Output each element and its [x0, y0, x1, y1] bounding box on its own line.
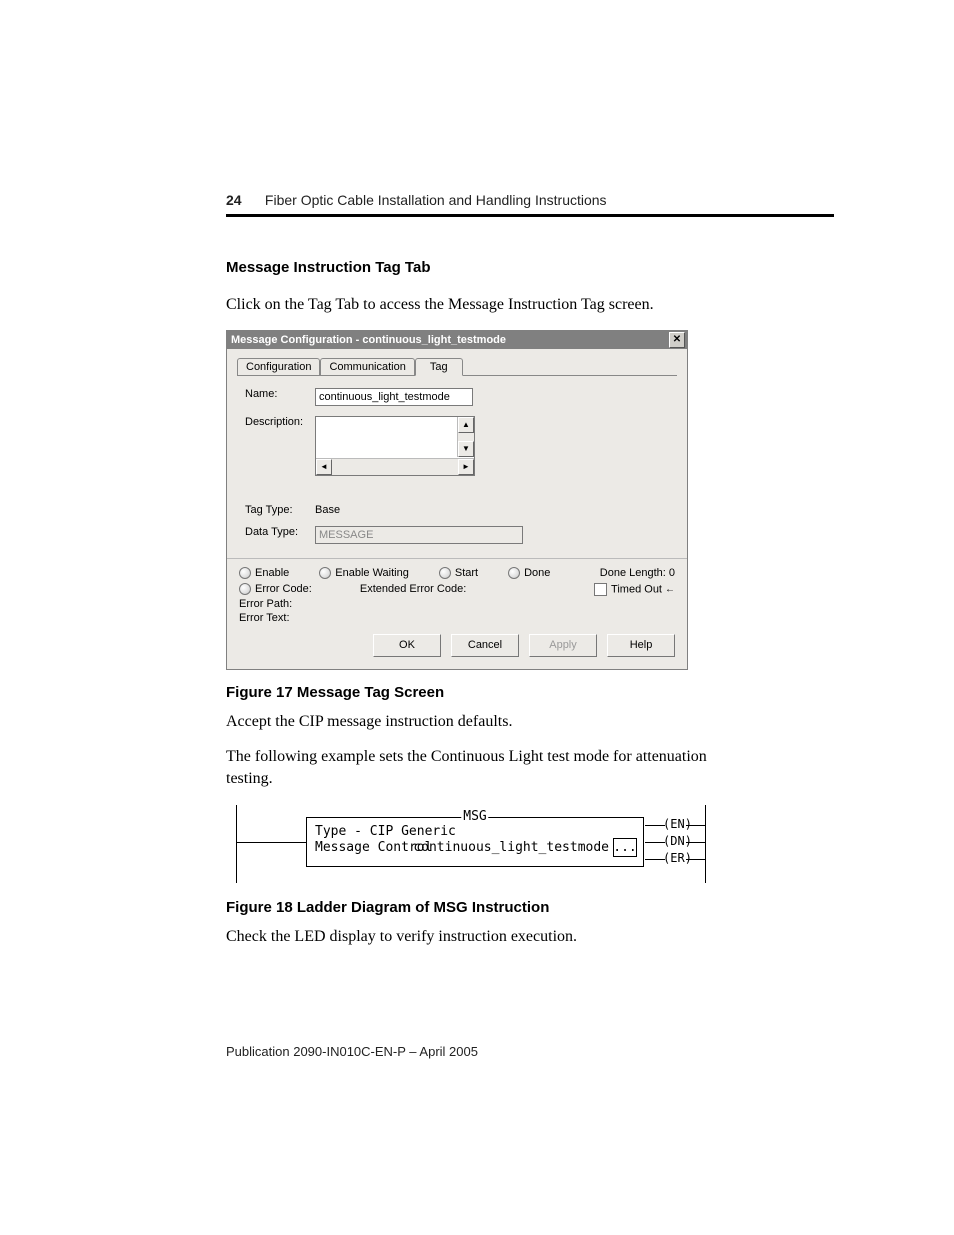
tag-type-label: Tag Type: [245, 504, 315, 516]
msg-instruction-box: MSG Type - CIP Generic Message Control c… [306, 817, 644, 867]
figure17-text1: Accept the CIP message instruction defau… [226, 711, 731, 733]
status-dot-icon [508, 567, 520, 579]
error-text: Error Text: [239, 612, 675, 624]
status-dot-icon [439, 567, 451, 579]
tab-configuration[interactable]: Configuration [237, 358, 320, 375]
scroll-down-icon[interactable]: ▼ [458, 441, 474, 457]
status-dot-icon [239, 583, 251, 595]
apply-button: Apply [529, 634, 597, 657]
tab-tag[interactable]: Tag [415, 358, 463, 376]
document-title: Fiber Optic Cable Installation and Handl… [265, 192, 607, 208]
dialog-title: Message Configuration - continuous_light… [231, 334, 506, 346]
bit-en: (EN) [663, 817, 692, 831]
scroll-right-icon[interactable]: ► [458, 459, 474, 475]
figure18-caption: Figure 18 Ladder Diagram of MSG Instruct… [226, 899, 731, 916]
status-start: Start [439, 567, 478, 579]
close-icon[interactable]: ✕ [669, 332, 685, 348]
description-label: Description: [245, 416, 315, 428]
data-type-label: Data Type: [245, 526, 315, 538]
error-path: Error Path: [239, 598, 675, 610]
extended-error-code: Extended Error Code: [360, 583, 466, 596]
figure17-text2: The following example sets the Continuou… [226, 746, 731, 789]
scroll-left-icon[interactable]: ◄ [316, 459, 332, 475]
dialog-titlebar[interactable]: Message Configuration - continuous_light… [227, 331, 687, 349]
status-enable-waiting: Enable Waiting [319, 567, 409, 579]
ok-button[interactable]: OK [373, 634, 441, 657]
status-dot-icon [239, 567, 251, 579]
timed-out-checkbox[interactable] [594, 583, 607, 596]
figure17-caption: Figure 17 Message Tag Screen [226, 684, 731, 701]
arrow-left-icon: ← [665, 584, 675, 595]
message-config-dialog: Message Configuration - continuous_light… [226, 330, 688, 670]
help-button[interactable]: Help [607, 634, 675, 657]
ladder-diagram: MSG Type - CIP Generic Message Control c… [226, 803, 716, 885]
cancel-button[interactable]: Cancel [451, 634, 519, 657]
tag-type-value: Base [315, 504, 340, 516]
msg-box-label: MSG [461, 809, 488, 824]
figure18-text: Check the LED display to verify instruct… [226, 926, 731, 948]
description-field[interactable]: ▲ ▼ ◄ ► [315, 416, 475, 476]
name-label: Name: [245, 388, 315, 400]
status-enable: Enable [239, 567, 289, 579]
page-header: 24 Fiber Optic Cable Installation and Ha… [226, 192, 834, 214]
bit-dn: (DN) [663, 834, 692, 848]
status-dot-icon [319, 567, 331, 579]
tab-communication[interactable]: Communication [320, 358, 414, 375]
name-field[interactable]: continuous_light_testmode [315, 388, 473, 406]
msg-type-line: Type - CIP Generic [315, 824, 456, 839]
page-number: 24 [226, 192, 242, 208]
msg-tag: continuous_light_testmode [413, 840, 609, 855]
timed-out: Timed Out← [594, 583, 675, 596]
msg-browse-button[interactable]: ... [613, 838, 637, 857]
section-heading: Message Instruction Tag Tab [226, 259, 731, 276]
publication-footer: Publication 2090-IN010C-EN-P – April 200… [226, 1044, 478, 1059]
section-intro: Click on the Tag Tab to access the Messa… [226, 294, 731, 316]
bit-er: (ER) [663, 851, 692, 865]
done-length: Done Length: 0 [600, 567, 675, 579]
status-done: Done [508, 567, 550, 579]
status-error-code: Error Code: [239, 583, 312, 596]
data-type-field: MESSAGE [315, 526, 523, 544]
scroll-up-icon[interactable]: ▲ [458, 417, 474, 433]
